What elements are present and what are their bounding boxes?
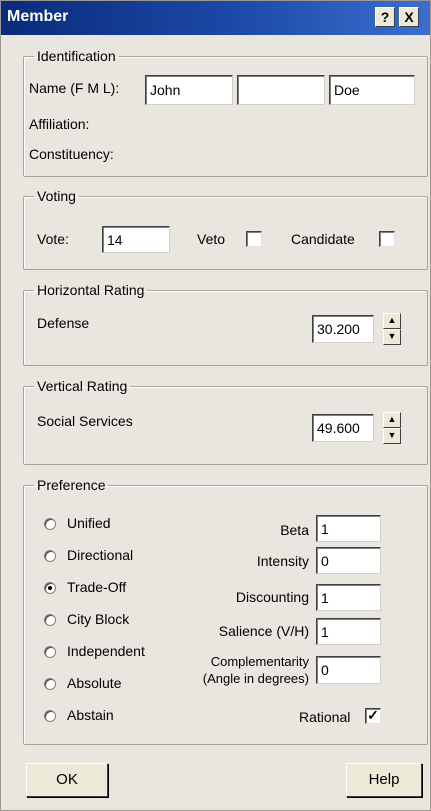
rational-checkbox[interactable]: ✓ [365,708,381,724]
radio-label-trade-off: Trade-Off [67,579,127,595]
close-icon[interactable]: X [399,7,419,27]
vote-input[interactable] [102,226,170,253]
spin-down-icon[interactable]: ▼ [383,428,401,444]
social-services-spinner[interactable]: ▲ ▼ [383,412,401,444]
spin-down-icon[interactable]: ▼ [383,329,401,345]
identification-legend: Identification [37,48,116,64]
complementarity-sublabel: (Angle in degrees) [202,671,309,686]
beta-label: Beta [280,522,309,538]
complementarity-label: Complementarity [210,654,309,669]
defense-label: Defense [37,315,90,331]
title-bar[interactable]: Member ? X [1,1,430,35]
radio-label-independent: Independent [67,643,145,659]
beta-input[interactable] [316,515,381,542]
voting-legend: Voting [37,188,76,204]
radio-city-block[interactable] [44,614,56,626]
defense-rating-input[interactable] [312,315,374,343]
salience-label: Salience (V/H) [218,623,309,639]
radio-unified[interactable] [44,518,56,530]
candidate-label: Candidate [291,231,355,247]
preference-legend: Preference [37,477,106,493]
voting-group: Voting [23,188,428,270]
horizontal-rating-legend: Horizontal Rating [37,282,145,298]
defense-spinner[interactable]: ▲ ▼ [383,313,401,345]
veto-checkbox[interactable] [246,231,262,247]
radio-abstain[interactable] [44,710,56,722]
discounting-label: Discounting [235,589,309,605]
vote-label: Vote: [37,231,69,247]
radio-label-unified: Unified [67,515,111,531]
radio-label-directional: Directional [67,547,134,563]
spin-up-icon[interactable]: ▲ [383,313,401,329]
veto-label: Veto [197,231,226,247]
radio-label-absolute: Absolute [67,675,122,691]
affiliation-label: Affiliation: [29,116,90,132]
social-services-label: Social Services [37,413,133,429]
complementarity-input[interactable] [316,656,381,684]
salience-input[interactable] [316,618,381,645]
help-button[interactable]: Help [346,763,422,797]
radio-trade-off[interactable] [44,582,56,594]
name-label: Name (F M L): [29,80,120,96]
ok-button[interactable]: OK [26,763,108,797]
constituency-label: Constituency: [29,146,114,162]
member-dialog: Member ? X Identification Name (F M L): … [0,0,431,811]
candidate-checkbox[interactable] [379,231,395,247]
social-services-rating-input[interactable] [312,414,374,442]
radio-label-city-block: City Block [67,611,130,627]
radio-directional[interactable] [44,550,56,562]
radio-label-abstain: Abstain [67,707,114,723]
intensity-label: Intensity [256,553,309,569]
radio-absolute[interactable] [44,678,56,690]
vertical-rating-legend: Vertical Rating [37,378,128,394]
last-name-input[interactable] [329,75,415,105]
spin-up-icon[interactable]: ▲ [383,412,401,428]
window-title: Member [7,8,69,25]
discounting-input[interactable] [316,584,381,611]
middle-name-input[interactable] [237,75,325,105]
radio-independent[interactable] [44,646,56,658]
rational-label: Rational [299,709,351,725]
first-name-input[interactable] [145,75,233,105]
intensity-input[interactable] [316,547,381,574]
help-icon[interactable]: ? [375,7,395,27]
